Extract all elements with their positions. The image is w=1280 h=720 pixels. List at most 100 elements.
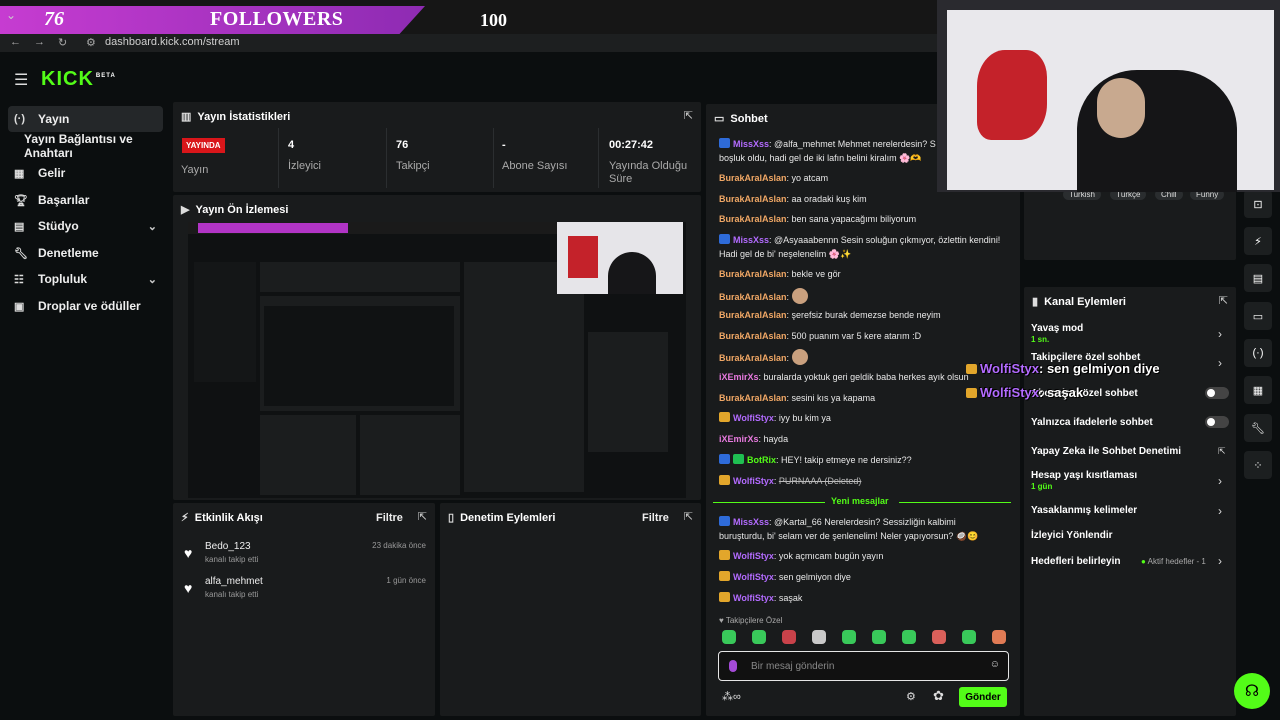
sidebar-item-achievements[interactable]: 🏆︎ Başarılar <box>8 187 163 213</box>
chat-username[interactable]: BurakAralAslan <box>719 269 787 279</box>
chevron-right-icon[interactable]: › <box>1218 504 1222 518</box>
chat-username[interactable]: WolfiStyx <box>733 413 774 423</box>
chat-username[interactable]: WolfiStyx <box>733 593 774 603</box>
gear-icon[interactable]: ⚙ <box>906 690 916 703</box>
chat-username[interactable]: iXEmirXs <box>719 434 759 444</box>
chat-username[interactable]: BurakAralAslan <box>719 393 787 403</box>
popout-icon[interactable]: ⇱ <box>418 510 427 523</box>
chat-username[interactable]: BurakAralAslan <box>719 310 787 320</box>
chat-username[interactable]: BurakAralAslan <box>719 194 787 204</box>
filter-button[interactable]: Filtre <box>642 512 669 524</box>
chevron-right-icon[interactable]: › <box>1218 356 1222 370</box>
new-messages-label: Yeni mesajlar <box>831 496 889 506</box>
send-button[interactable]: Gönder <box>959 687 1007 707</box>
rail-layout-icon[interactable]: ▦ <box>1244 376 1272 404</box>
emoji-icon[interactable]: ☺ <box>990 659 1000 670</box>
divider <box>386 128 387 188</box>
emote-icon[interactable] <box>932 630 946 644</box>
chat-username[interactable]: BurakAralAslan <box>719 331 787 341</box>
chat-username[interactable]: WolfiStyx <box>733 572 774 582</box>
logo-beta: BETA <box>95 73 116 80</box>
sidebar-item-moderation[interactable]: 🔧︎ Denetleme <box>8 240 163 266</box>
sidebar-item-stream[interactable]: (·) Yayın <box>8 106 163 132</box>
chevron-right-icon[interactable]: › <box>1218 327 1222 341</box>
ai-moderation-action[interactable]: Yapay Zeka ile Sohbet Denetimi <box>1031 446 1181 457</box>
emote-icon[interactable] <box>842 630 856 644</box>
subs-only-toggle[interactable] <box>1205 387 1229 399</box>
bot-icon[interactable]: ✿ <box>933 688 944 704</box>
emote-icon[interactable] <box>872 630 886 644</box>
emote-icon[interactable] <box>752 630 766 644</box>
rail-dots-icon[interactable]: ⁘ <box>1244 451 1272 479</box>
forward-icon[interactable]: → <box>34 36 45 48</box>
activity-user[interactable]: alfa_mehmet <box>205 576 263 587</box>
chat-username[interactable]: WolfiStyx <box>733 551 774 561</box>
chat-username[interactable]: BurakAralAslan <box>719 214 787 224</box>
reload-icon[interactable]: ↻ <box>58 36 67 49</box>
action-label: Yasaklanmış kelimeler <box>1031 505 1138 516</box>
kick-logo[interactable]: KICK BETA <box>41 68 116 91</box>
chat-username[interactable]: MissXss <box>733 517 769 527</box>
popout-icon[interactable]: ⇱ <box>684 510 693 523</box>
emote-icon[interactable] <box>782 630 796 644</box>
sidebar-item-drops[interactable]: ▣ Droplar ve ödüller <box>8 293 163 319</box>
activity-user[interactable]: Bedo_123 <box>205 541 251 552</box>
emote-icon[interactable] <box>722 630 736 644</box>
sidebar-item-revenue[interactable]: ▦ Gelir <box>8 160 163 186</box>
emote-icon[interactable] <box>992 630 1006 644</box>
chevron-right-icon[interactable]: › <box>1218 554 1222 568</box>
rail-chat-icon[interactable]: ▭ <box>1244 302 1272 330</box>
preview-actions <box>588 332 668 452</box>
stream-preview-video[interactable] <box>188 222 686 498</box>
banned-words-action[interactable]: Yasaklanmış kelimeler <box>1031 505 1137 516</box>
chat-username[interactable]: BurakAralAslan <box>719 292 787 302</box>
chat-username[interactable]: MissXss <box>733 139 769 149</box>
popout-icon[interactable]: ⇱ <box>1219 294 1228 307</box>
microphone-icon[interactable] <box>729 660 737 672</box>
chat-input[interactable] <box>751 659 971 673</box>
rail-wrench-icon[interactable]: 🔧︎ <box>1244 414 1272 442</box>
rail-bolt-icon[interactable]: ⚡︎ <box>1244 227 1272 255</box>
sidebar-item-studio[interactable]: ▤ Stüdyo ⌄ <box>8 213 163 239</box>
rail-document-icon[interactable]: ▤ <box>1244 264 1272 292</box>
support-headset-icon[interactable]: ☊ <box>1234 673 1270 709</box>
hamburger-menu-icon[interactable]: ☰ <box>14 70 28 90</box>
account-age-action[interactable]: Hesap yaşı kısıtlaması 1 gün <box>1031 470 1137 491</box>
emote-icon[interactable] <box>962 630 976 644</box>
points-icon[interactable]: ⁂∞ <box>722 690 741 703</box>
chat-username[interactable]: BotRix <box>747 455 776 465</box>
rail-broadcast-icon[interactable]: (·) <box>1244 339 1272 367</box>
chat-username[interactable]: WolfiStyx <box>733 476 774 486</box>
chat-username[interactable]: iXEmirXs <box>719 372 759 382</box>
user-badge-icon <box>719 571 730 581</box>
overlay-text: : sen gelmiyon diye <box>1039 361 1160 376</box>
slow-mode-action[interactable]: Yavaş mod 1 sn. <box>1031 323 1083 344</box>
user-badge-icon <box>733 454 744 464</box>
chat-text: buralarda yoktuk geri geldik baba herkes… <box>763 372 969 382</box>
raid-action[interactable]: İzleyici Yönlendir <box>1031 530 1113 541</box>
shield-icon: ▯ <box>448 512 455 524</box>
site-info-icon[interactable]: ⚙ <box>86 36 96 49</box>
goals-action[interactable]: Hedefleri belirleyin <box>1031 556 1120 567</box>
emote-only-toggle[interactable] <box>1205 416 1229 428</box>
webcam-red-object <box>977 50 1047 140</box>
overlay-alert: WolfiStyx: sen gelmiyon diye <box>966 361 1160 376</box>
external-link-icon[interactable]: ⇱ <box>1218 446 1226 457</box>
emote-icon[interactable] <box>902 630 916 644</box>
rail-target-icon[interactable]: ⊡ <box>1244 190 1272 218</box>
sidebar-item-community[interactable]: ☷ Topluluk ⌄ <box>8 266 163 292</box>
address-bar[interactable]: dashboard.kick.com/stream <box>105 36 240 48</box>
chevron-right-icon[interactable]: › <box>1218 474 1222 488</box>
chat-username[interactable]: BurakAralAslan <box>719 173 787 183</box>
popout-icon[interactable]: ⇱ <box>684 109 693 122</box>
chat-username[interactable]: BurakAralAslan <box>719 353 787 363</box>
sidebar-item-stream-key[interactable]: Yayın Bağlantısı ve Anahtarı <box>18 132 170 160</box>
chat-username[interactable]: MissXss <box>733 235 769 245</box>
emote-only-action[interactable]: Yalnızca ifadelerle sohbet <box>1031 417 1153 428</box>
preview-title: Yayın Ön İzlemesi <box>195 204 289 216</box>
filter-button[interactable]: Filtre <box>376 512 403 524</box>
chat-message: WolfiStyx: PURNAAA (Deleted) <box>719 474 1009 488</box>
emote-icon[interactable] <box>812 630 826 644</box>
back-icon[interactable]: ← <box>10 36 21 48</box>
chevron-down-icon[interactable]: ⌄ <box>6 8 16 22</box>
